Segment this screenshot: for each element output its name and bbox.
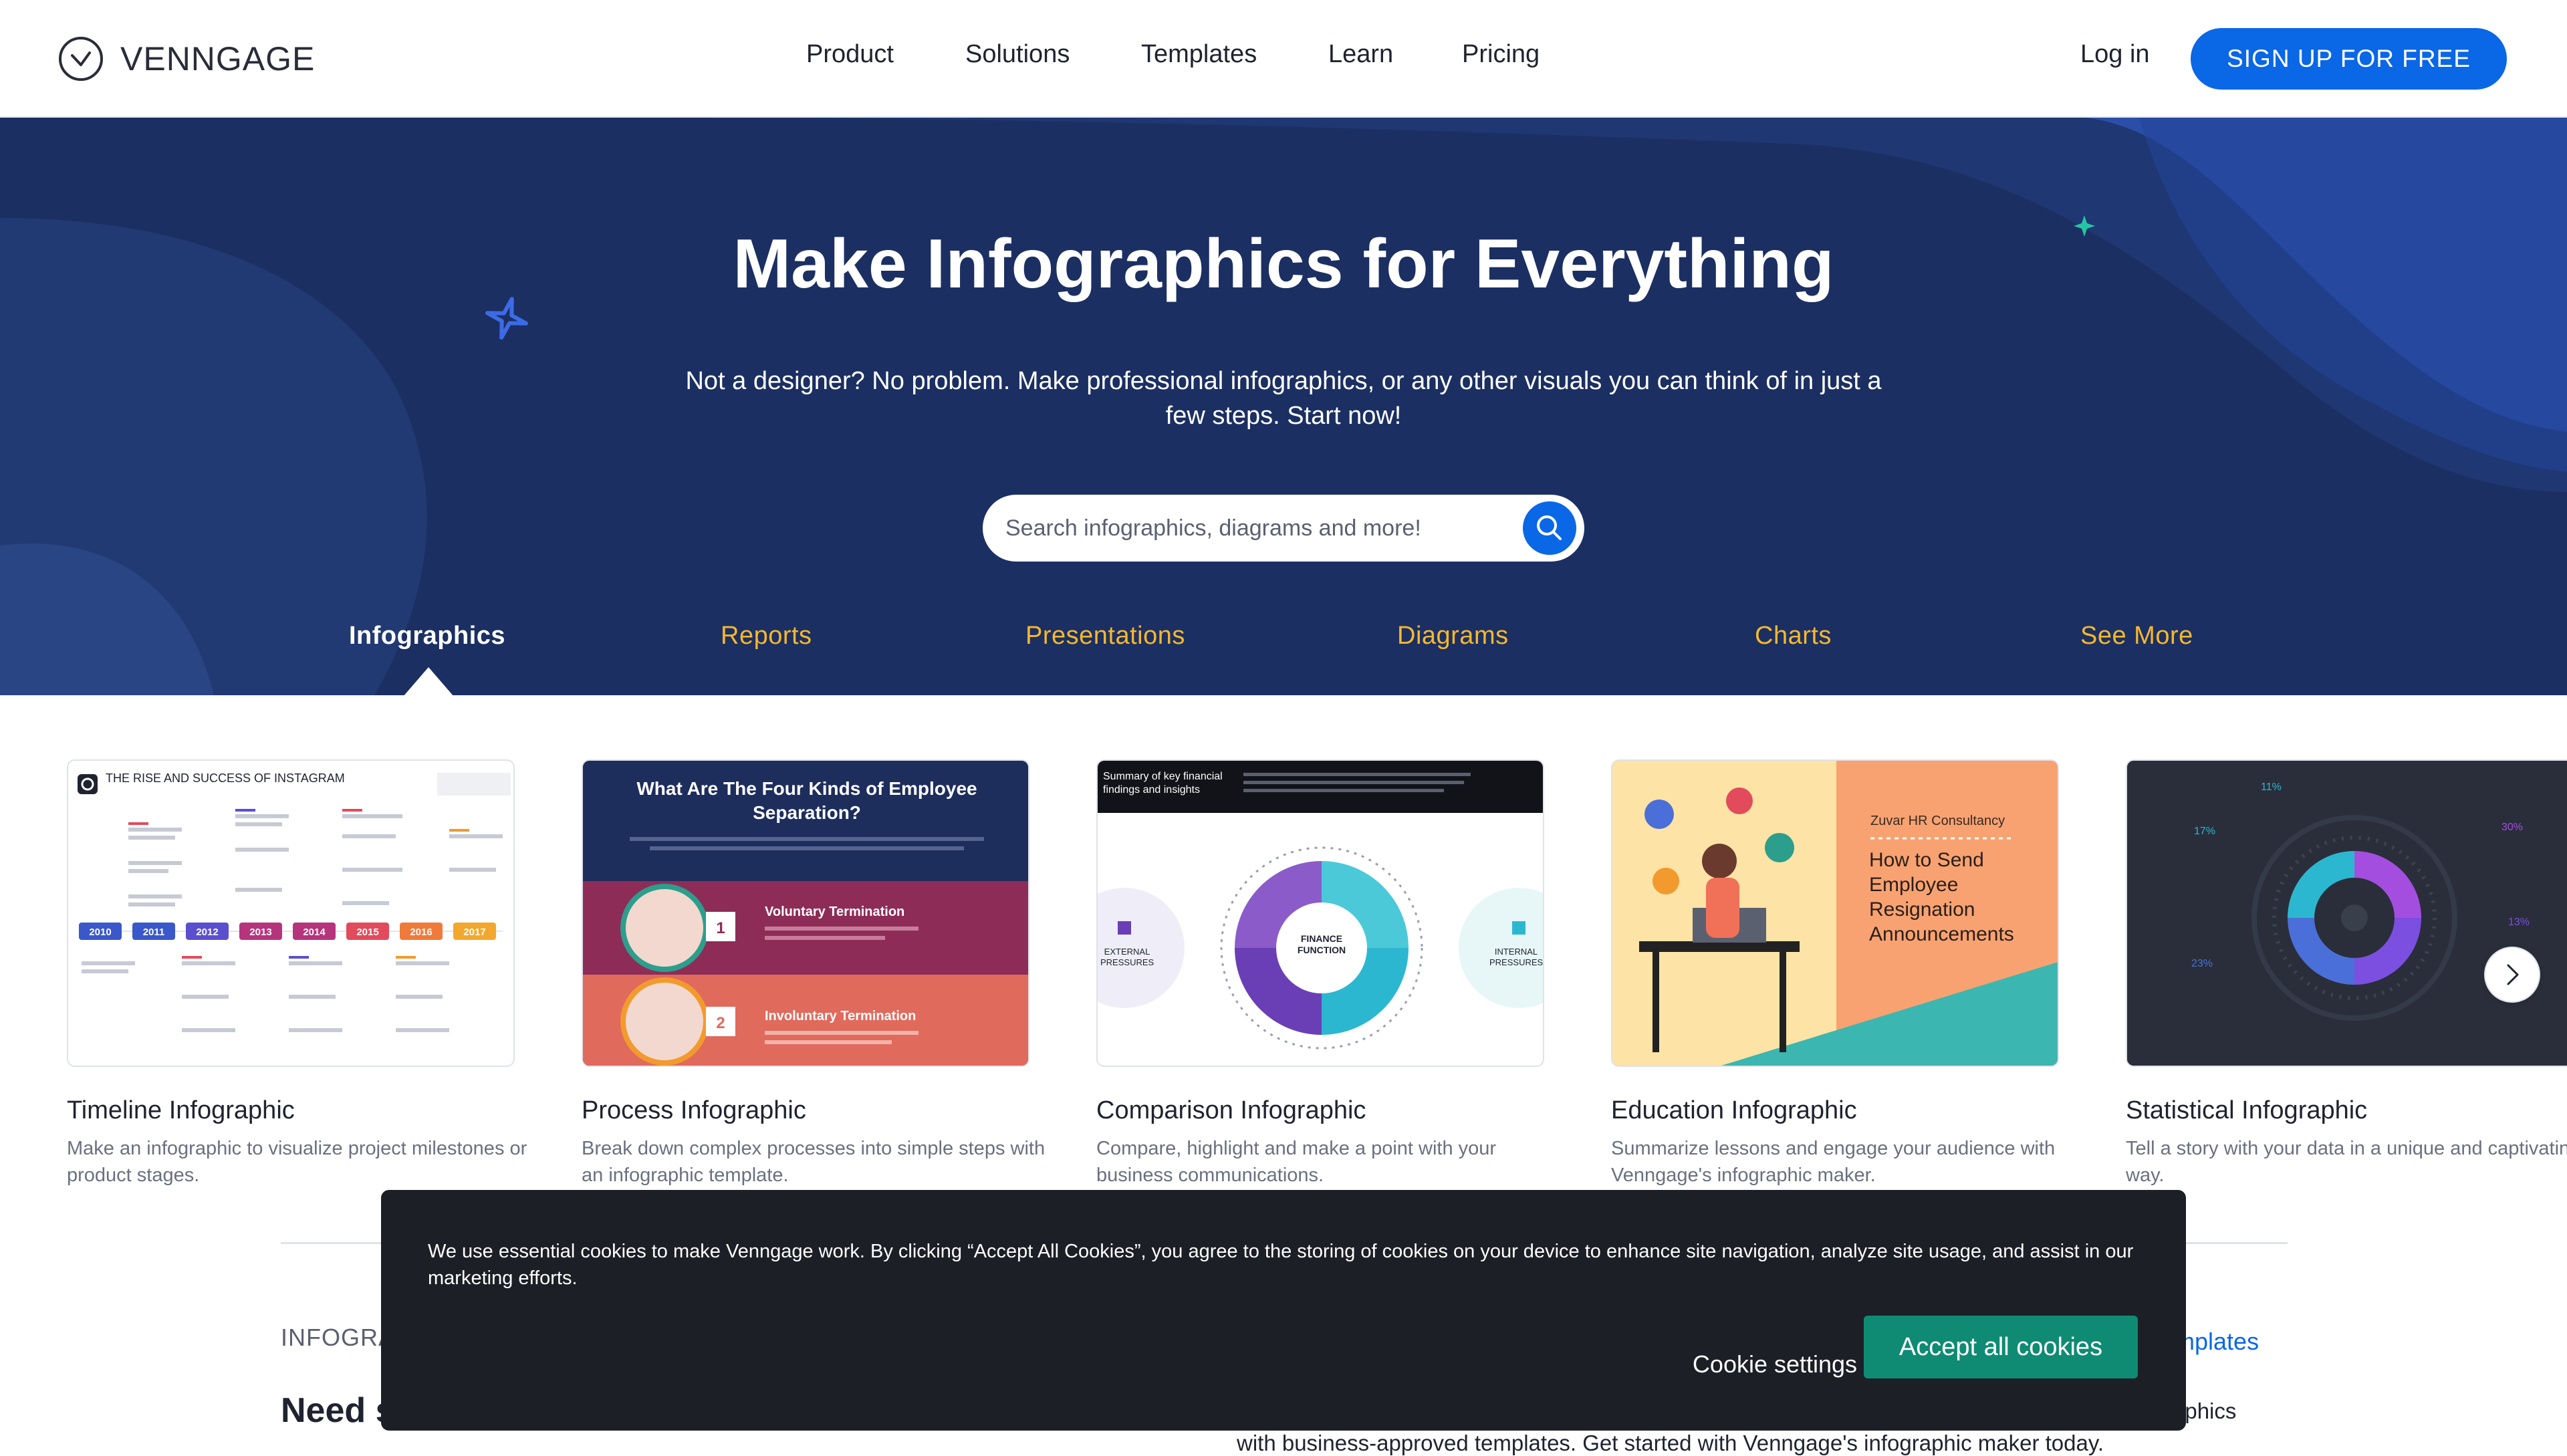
card-title[interactable]: Timeline Infographic [67, 1096, 295, 1125]
timeline-year-label: 2013 [249, 927, 271, 938]
timeline-year-label: 2016 [410, 927, 432, 938]
accept-cookies-button[interactable]: Accept all cookies [1864, 1316, 2138, 1378]
nav-learn[interactable]: Learn [1328, 40, 1393, 69]
logo-icon [59, 37, 103, 81]
stat-label: 17% [2194, 826, 2215, 837]
card-description: Make an infographic to visualize project… [67, 1138, 527, 1186]
statistical-thumbnail: 11% 17% 30% 13% 23% 6% [2127, 761, 2567, 1066]
timeline-year-label: 2012 [196, 927, 218, 938]
timeline-year-label: 2017 [463, 927, 485, 938]
timeline-year-label: 2010 [89, 927, 111, 938]
section-heading: Need s [281, 1391, 395, 1430]
step-label-2: Involuntary Termination [765, 1009, 916, 1023]
tab-presentations[interactable]: Presentations [1025, 622, 1185, 650]
stat-label: 23% [2191, 958, 2213, 969]
comparison-heading: Summary of key financial findings and in… [1103, 771, 1223, 796]
carousel-next-button[interactable] [2484, 947, 2540, 1003]
education-company: Zuvar HR Consultancy [1870, 814, 2005, 828]
external-pressures-label: EXTERNAL PRESSURES [1100, 947, 1154, 967]
timeline-heading: THE RISE AND SUCCESS OF INSTAGRAM [106, 771, 345, 785]
search-bar [983, 495, 1584, 562]
step-label-1: Voluntary Termination [765, 904, 904, 919]
template-carousel: THE RISE AND SUCCESS OF INSTAGRAM 2010 20… [0, 759, 2567, 1201]
tab-reports[interactable]: Reports [721, 622, 812, 650]
finance-center-label: FINANCE FUNCTION [1297, 933, 1346, 955]
card-title[interactable]: Process Infographic [582, 1096, 806, 1125]
category-tabs: Infographics Reports Presentations Diagr… [0, 622, 2567, 669]
thumb-timeline[interactable]: THE RISE AND SUCCESS OF INSTAGRAM 2010 20… [67, 759, 515, 1067]
logo-text: VENNGAGE [120, 40, 316, 78]
nav-pricing[interactable]: Pricing [1462, 40, 1540, 69]
process-thumbnail: What Are The Four Kinds of Employee Sepa… [583, 761, 1028, 1066]
search-icon [1537, 515, 1562, 540]
process-heading: What Are The Four Kinds of Employee Sepa… [636, 778, 977, 823]
thumb-process[interactable]: What Are The Four Kinds of Employee Sepa… [582, 759, 1029, 1067]
thumb-statistical[interactable]: 11% 17% 30% 13% 23% 6% [2126, 759, 2567, 1067]
thumb-comparison[interactable]: Summary of key financial findings and in… [1096, 759, 1544, 1067]
hero-subtitle: Not a designer? No problem. Make profess… [685, 367, 1882, 430]
comparison-thumbnail: Summary of key financial findings and in… [1098, 761, 1543, 1050]
card-title[interactable]: Comparison Infographic [1096, 1096, 1366, 1125]
hero-section: Make Infographics for Everything Not a d… [0, 118, 2567, 695]
hero-title: Make Infographics for Everything [733, 225, 1834, 303]
card-description: Tell a story with your data in a unique … [2126, 1138, 2567, 1186]
tab-see-more[interactable]: See More [2080, 622, 2193, 650]
internal-pressures-label: INTERNAL PRESSURES [1489, 947, 1543, 967]
tab-charts[interactable]: Charts [1755, 622, 1832, 650]
nav-product[interactable]: Product [806, 40, 894, 69]
tab-diagrams[interactable]: Diagrams [1397, 622, 1509, 650]
card-description: Summarize lessons and engage your audien… [1611, 1138, 2056, 1186]
nav-templates[interactable]: Templates [1141, 40, 1257, 69]
timeline-thumbnail: THE RISE AND SUCCESS OF INSTAGRAM 2010 20… [78, 771, 511, 1032]
cookie-message: We use essential cookies to make Venngag… [428, 1241, 2134, 1289]
timeline-year-label: 2015 [356, 927, 378, 938]
step-number-2: 2 [716, 1014, 725, 1032]
active-tab-indicator [403, 667, 454, 695]
search-input[interactable] [1004, 511, 1492, 545]
top-nav: VENNGAGE Product Solutions Templates Lea… [0, 0, 2567, 118]
cookie-banner: We use essential cookies to make Venngag… [381, 1190, 2186, 1431]
stat-label: 13% [2508, 917, 2530, 928]
timeline-year-label: 2014 [303, 927, 326, 938]
education-heading: How to Send Employee Resignation Announc… [1869, 849, 2014, 945]
signup-button[interactable]: SIGN UP FOR FREE [2191, 28, 2507, 90]
timeline-year-label: 2011 [143, 927, 165, 938]
card-description: Break down complex processes into simple… [582, 1138, 1046, 1186]
section-label: INFOGRA [281, 1324, 396, 1351]
search-button[interactable] [1523, 501, 1576, 555]
card-title[interactable]: Education Infographic [1611, 1096, 1857, 1125]
section-body-text: with business-approved templates. Get st… [1237, 1431, 2104, 1455]
tab-infographics[interactable]: Infographics [349, 622, 505, 650]
education-thumbnail: Zuvar HR Consultancy How to Send Employe… [1612, 761, 2058, 1066]
thumb-education[interactable]: Zuvar HR Consultancy How to Send Employe… [1611, 759, 2059, 1067]
card-title[interactable]: Statistical Infographic [2126, 1096, 2367, 1125]
card-description: Compare, highlight and make a point with… [1096, 1138, 1497, 1186]
login-link[interactable]: Log in [2080, 40, 2150, 69]
step-number-1: 1 [716, 919, 725, 937]
stat-label: 30% [2501, 822, 2523, 833]
venngage-logo[interactable]: VENNGAGE [57, 35, 315, 83]
nav-solutions[interactable]: Solutions [965, 40, 1070, 69]
stat-label: 11% [2261, 781, 2282, 793]
chevron-right-icon [2507, 964, 2519, 985]
